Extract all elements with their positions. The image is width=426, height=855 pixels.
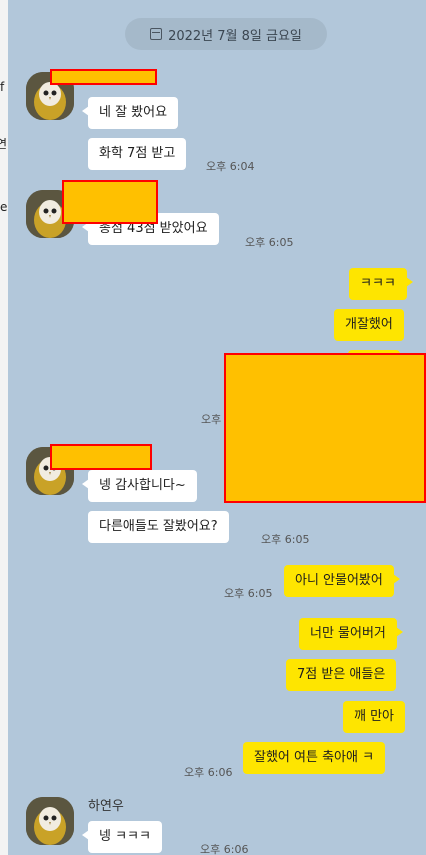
message-text: 화학 7점 받고: [99, 146, 176, 161]
message-text: 아니 안물어봤어: [295, 573, 383, 588]
sender-name: 하연우: [88, 799, 124, 814]
message-text: 너만 물어버거: [310, 626, 386, 641]
message-bubble[interactable]: 네 잘 봤어요: [81, 97, 179, 129]
message-text: 네 잘 봤어요: [99, 105, 168, 120]
message-text: 잘했어 여튼 축아애 ㅋ: [254, 750, 375, 765]
message-text: 7점 받은 애들은: [297, 667, 386, 682]
message-time: 오후: [201, 413, 222, 426]
message-time: 오후 6:06: [184, 766, 233, 779]
redacted-region: [224, 353, 426, 503]
background-window-strip: f 연 e: [0, 0, 8, 855]
my-message-bubble[interactable]: 아니 안물어봤어: [284, 565, 400, 597]
my-message-bubble[interactable]: 잘했어 여튼 축아애 ㅋ: [243, 742, 386, 774]
redacted-sender-name: [50, 69, 157, 85]
avatar[interactable]: [26, 797, 74, 845]
message-bubble[interactable]: 다른애들도 잘봤어요?: [88, 511, 229, 543]
calendar-icon: [150, 28, 163, 40]
redacted-sender-name: [50, 444, 152, 470]
message-text: 개잘했어: [345, 317, 393, 332]
background-text-fragment: 연: [0, 137, 8, 151]
message-time: 오후 6:05: [261, 533, 310, 546]
background-text-fragment: e: [0, 200, 8, 214]
message-bubble[interactable]: 넹 ㅋㅋㅋ: [82, 821, 162, 853]
message-text: 다른애들도 잘봤어요?: [99, 519, 218, 534]
date-divider: 2022년 7월 8일 금요일: [125, 18, 327, 50]
my-message-bubble[interactable]: 7점 받은 애들은: [286, 659, 397, 691]
message-text: ㅋㅋㅋ: [360, 276, 396, 291]
my-message-bubble[interactable]: ㅋㅋㅋ: [349, 268, 413, 300]
my-message-bubble[interactable]: 깨 만아: [343, 701, 406, 733]
my-message-bubble[interactable]: 개잘했어: [334, 309, 404, 341]
message-text: 깨 만아: [354, 709, 395, 724]
background-text-fragment: f: [0, 80, 5, 94]
message-time: 오후 6:06: [200, 843, 249, 855]
message-text: 넹 ㅋㅋㅋ: [99, 829, 151, 844]
message-bubble[interactable]: 화학 7점 받고: [88, 138, 187, 170]
message-time: 오후 6:05: [245, 236, 294, 249]
message-time: 오후 6:05: [224, 587, 273, 600]
date-divider-label: 2022년 7월 8일 금요일: [168, 28, 302, 44]
chat-area[interactable]: 2022년 7월 8일 금요일 네 잘 봤어요 화학 7점 받고 오후 6:04…: [8, 0, 426, 855]
message-bubble[interactable]: 넹 감사합니다~: [82, 470, 197, 502]
redacted-sender-name: [62, 180, 158, 224]
message-text: 넹 감사합니다~: [99, 478, 186, 493]
message-time: 오후 6:04: [206, 160, 255, 173]
my-message-bubble[interactable]: 너만 물어버거: [299, 618, 403, 650]
